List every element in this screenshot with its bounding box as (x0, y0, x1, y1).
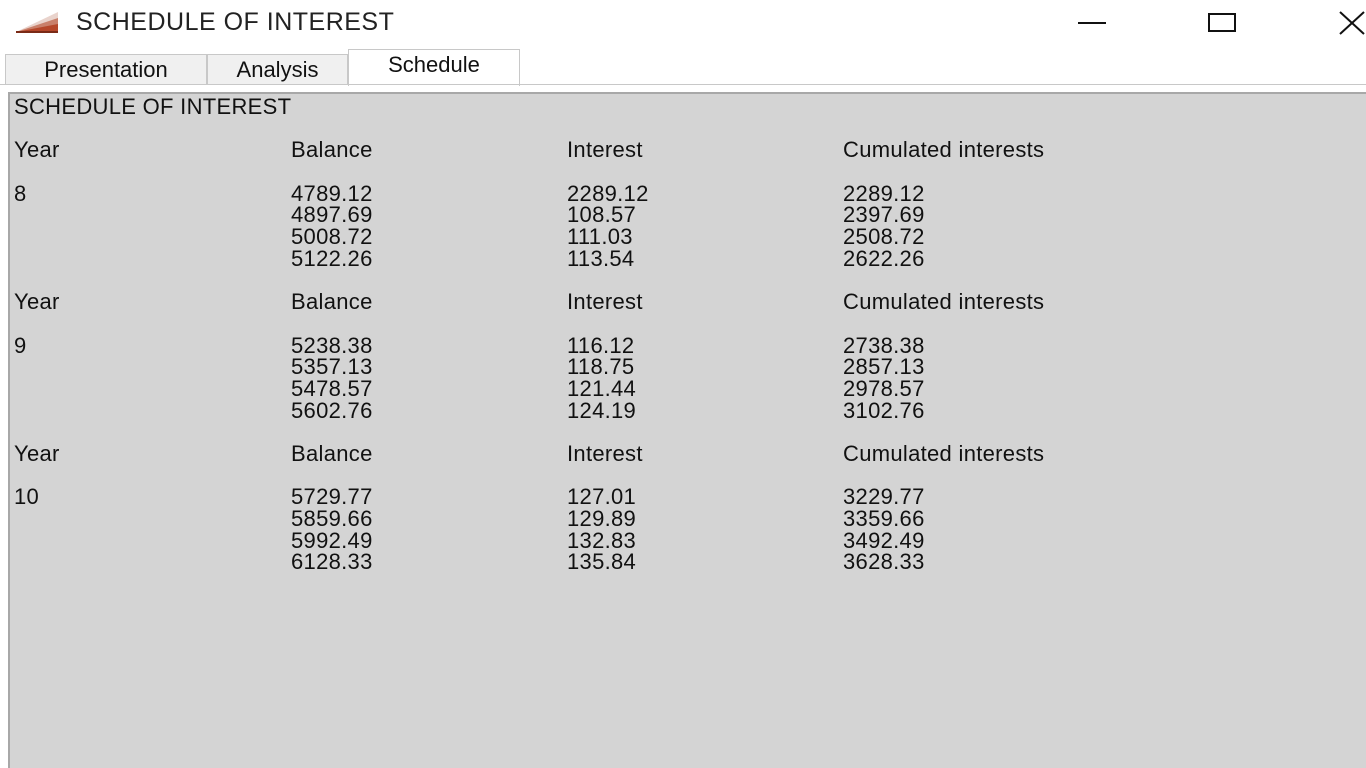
cumulated-header: Cumulated interests (843, 289, 1045, 315)
balance-value: 5357.13 (291, 354, 373, 380)
title-bar[interactable]: SCHEDULE OF INTEREST (0, 0, 1366, 46)
cumulated-value: 2978.57 (843, 375, 925, 401)
schedule-text: SCHEDULE OF INTEREST Year Balance Intere… (14, 94, 1044, 573)
schedule-row: 5008.72 111.03 2508.72 (14, 226, 924, 248)
interest-value: 135.84 (567, 549, 637, 575)
balance-value: 6128.33 (291, 549, 373, 575)
balance-value: 5602.76 (291, 397, 373, 423)
year-header: Year (14, 441, 60, 466)
minimize-button[interactable] (1062, 4, 1122, 42)
interest-value: 124.19 (567, 397, 637, 423)
balance-value: 5008.72 (291, 224, 373, 250)
schedule-row: 4897.69 108.57 2397.69 (14, 204, 924, 226)
cumulated-value: 2738.38 (843, 332, 925, 358)
app-window: SCHEDULE OF INTEREST Presentation Analys… (0, 0, 1366, 768)
balance-value: 4789.12 (291, 180, 373, 206)
cumulated-value: 3492.49 (843, 527, 925, 553)
cumulated-value: 2622.26 (843, 245, 925, 271)
year-value: 9 (14, 332, 27, 358)
schedule-row: 5478.57 121.44 2978.57 (14, 378, 924, 400)
cumulated-value: 3229.77 (843, 484, 925, 510)
minimize-icon (1078, 22, 1106, 24)
balance-value: 5478.57 (291, 375, 373, 401)
interest-value: 127.01 (567, 484, 637, 510)
interest-value: 116.12 (567, 332, 635, 358)
column-header-row: Year Balance Interest Cumulated interest… (14, 289, 1044, 315)
tab-presentation[interactable]: Presentation (5, 54, 207, 84)
interest-value: 118.75 (567, 354, 635, 380)
year-header: Year (14, 289, 60, 315)
schedule-row: 5602.76 124.19 3102.76 (14, 399, 924, 422)
balance-value: 4897.69 (291, 202, 373, 228)
interest-value: 108.57 (567, 202, 637, 228)
schedule-row: 5992.49 132.83 3492.49 (14, 529, 924, 552)
interest-value: 132.83 (567, 527, 637, 553)
chart-growth-icon (14, 10, 60, 34)
schedule-row: 6128.33 135.84 3628.33 (14, 551, 924, 573)
year-header: Year (14, 137, 60, 163)
balance-value: 5992.49 (291, 527, 373, 553)
interest-value: 121.44 (567, 375, 637, 401)
cumulated-value: 2508.72 (843, 224, 925, 250)
interest-value: 129.89 (567, 506, 637, 532)
tab-analysis[interactable]: Analysis (207, 54, 348, 84)
close-icon (1339, 11, 1365, 35)
balance-value: 5238.38 (291, 332, 373, 358)
year-value: 8 (14, 180, 27, 206)
balance-header: Balance (291, 289, 373, 315)
balance-value: 5859.66 (291, 506, 373, 532)
column-header-row: Year Balance Interest Cumulated interest… (14, 137, 1044, 163)
balance-value: 5122.26 (291, 245, 373, 271)
schedule-heading: SCHEDULE OF INTEREST (14, 94, 292, 119)
cumulated-value: 3102.76 (843, 397, 925, 423)
year-value: 10 (14, 484, 40, 510)
interest-value: 113.54 (567, 245, 635, 271)
tab-strip: Presentation Analysis Schedule (0, 48, 1366, 88)
cumulated-value: 2397.69 (843, 202, 925, 228)
schedule-row: 5859.66 129.89 3359.66 (14, 508, 924, 530)
schedule-panel[interactable]: SCHEDULE OF INTEREST Year Balance Intere… (8, 92, 1366, 768)
cumulated-value: 2857.13 (843, 354, 925, 380)
cumulated-value: 3359.66 (843, 506, 925, 532)
window-title: SCHEDULE OF INTEREST (76, 8, 395, 36)
schedule-row: 5357.13 118.75 2857.13 (14, 356, 924, 378)
schedule-row: 10 5729.77 127.01 3229.77 (14, 484, 924, 510)
maximize-icon (1208, 13, 1236, 32)
tab-schedule[interactable]: Schedule (348, 49, 520, 86)
interest-header: Interest (567, 137, 643, 163)
interest-header: Interest (567, 441, 643, 466)
cumulated-value: 3628.33 (843, 549, 925, 575)
tab-divider (0, 84, 1366, 85)
schedule-row: 8 4789.12 2289.12 2289.12 (14, 180, 924, 206)
balance-value: 5729.77 (291, 484, 373, 510)
interest-value: 2289.12 (567, 180, 649, 206)
balance-header: Balance (291, 137, 373, 163)
schedule-row: 9 5238.38 116.12 2738.38 (14, 332, 924, 358)
close-button[interactable] (1312, 4, 1366, 42)
balance-header: Balance (291, 441, 373, 466)
column-header-row: Year Balance Interest Cumulated interest… (14, 441, 1044, 466)
maximize-button[interactable] (1192, 4, 1252, 42)
interest-header: Interest (567, 289, 643, 315)
cumulated-value: 2289.12 (843, 180, 925, 206)
schedule-row: 5122.26 113.54 2622.26 (14, 247, 924, 270)
cumulated-header: Cumulated interests (843, 137, 1045, 163)
cumulated-header: Cumulated interests (843, 441, 1045, 466)
interest-value: 111.03 (567, 224, 633, 250)
